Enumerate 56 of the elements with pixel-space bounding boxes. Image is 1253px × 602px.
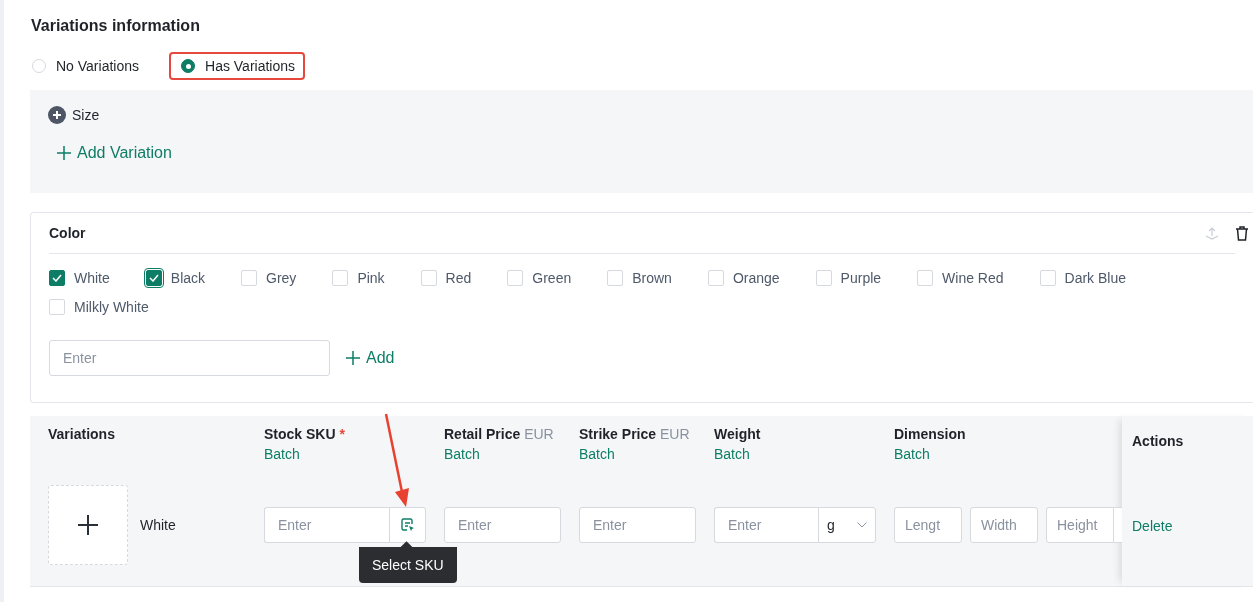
image-upload[interactable] (48, 485, 128, 565)
width-field[interactable]: Width (970, 507, 1038, 543)
batch-link[interactable]: Batch (444, 444, 480, 464)
card-title: Color (49, 225, 87, 241)
add-variation-button[interactable]: Add Variation (57, 144, 172, 162)
color-option[interactable]: Green (507, 269, 572, 287)
strike-price-field[interactable]: Enter (579, 507, 696, 543)
color-option[interactable]: Dark Blue (1039, 269, 1126, 287)
delete-link[interactable]: Delete (1122, 517, 1173, 534)
add-button[interactable]: Add (346, 349, 395, 367)
retail-price-field[interactable]: Enter (444, 507, 561, 543)
column-header: Weight (714, 425, 761, 444)
column-header: Stock SKU * (264, 425, 345, 444)
color-option[interactable]: Pink (332, 269, 385, 287)
color-option[interactable]: Orange (707, 269, 780, 287)
length-field[interactable]: Lengt (894, 507, 962, 543)
column-header: Dimension (894, 425, 966, 444)
variation-name: White (140, 517, 176, 533)
color-option[interactable]: Red (420, 269, 472, 287)
column-header: Variations (48, 425, 115, 444)
batch-link[interactable]: Batch (579, 444, 615, 464)
column-header: Retail Price EUR (444, 425, 554, 444)
radio-option[interactable]: No Variations (30, 52, 149, 80)
color-option[interactable]: Grey (241, 269, 297, 287)
color-input-field[interactable]: Enter (49, 340, 330, 376)
variation-name: Size (72, 107, 100, 123)
column-header: Actions (1131, 432, 1185, 451)
check-icon (52, 274, 62, 282)
sku-field[interactable]: Enter (264, 507, 389, 543)
weight-field[interactable]: Enter (714, 507, 818, 543)
trash-icon[interactable] (1235, 225, 1249, 241)
tooltip: Select SKU (359, 541, 457, 583)
color-option[interactable]: Black (145, 269, 206, 287)
check-icon (148, 274, 159, 282)
plus-icon (346, 351, 360, 365)
plus-icon (78, 515, 98, 535)
color-option[interactable]: Purple (815, 269, 882, 287)
batch-link[interactable]: Batch (894, 444, 930, 464)
color-option[interactable]: Milkly White (49, 298, 149, 316)
radio-option[interactable]: Has Variations (169, 52, 306, 80)
color-option[interactable]: White (49, 269, 110, 287)
batch-link[interactable]: Batch (264, 444, 300, 464)
color-option[interactable]: Brown (607, 269, 672, 287)
unit-select[interactable]: g (818, 507, 876, 543)
select-sku-button[interactable] (389, 507, 426, 543)
list-cursor-icon (400, 518, 415, 532)
color-option[interactable]: Wine Red (917, 269, 1004, 287)
plus-icon (57, 146, 71, 160)
height-field[interactable]: Height (1046, 507, 1114, 543)
section-title: Variations information (31, 16, 200, 36)
batch-link[interactable]: Batch (714, 444, 750, 464)
add-circle-icon[interactable] (48, 106, 66, 124)
column-header: Strike Price EUR (579, 425, 690, 444)
upload-icon[interactable] (1205, 226, 1219, 240)
chevron-down-icon (857, 522, 867, 528)
checkbox[interactable] (49, 270, 65, 286)
